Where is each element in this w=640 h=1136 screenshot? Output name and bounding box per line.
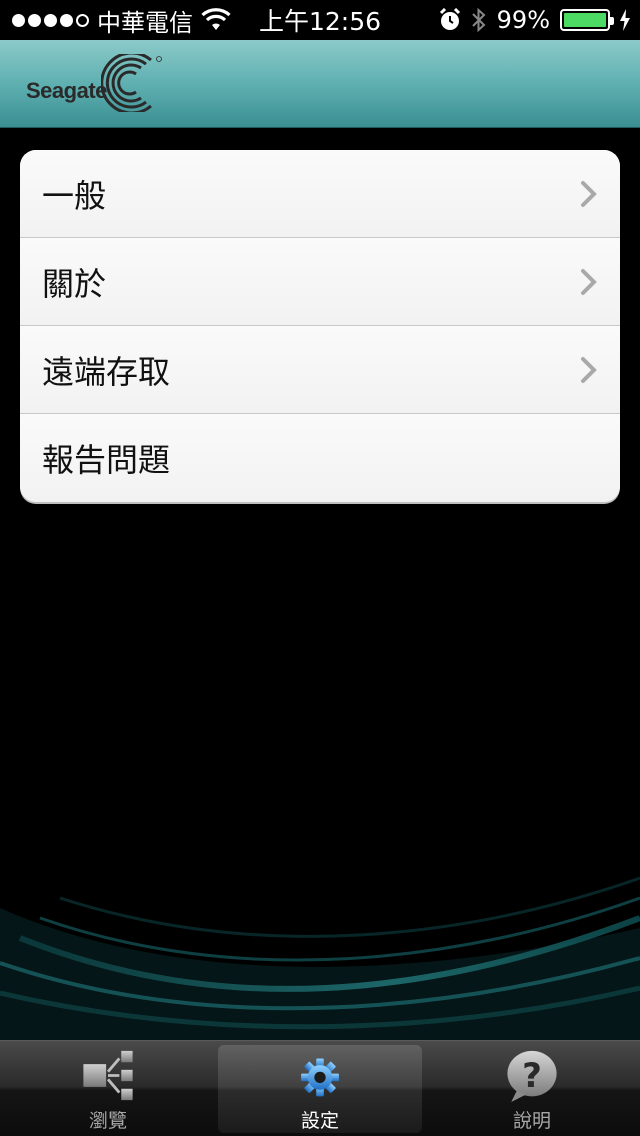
- bluetooth-icon: [471, 7, 486, 33]
- wifi-icon: [201, 8, 231, 30]
- menu-item-label: 一般: [42, 176, 107, 215]
- carrier-name: 中華電信: [97, 8, 193, 37]
- chevron-right-icon: [581, 269, 597, 295]
- tab-help[interactable]: ? 說明: [430, 1045, 634, 1133]
- signal-strength-icon: [12, 13, 89, 27]
- help-icon: ?: [507, 1050, 557, 1102]
- chevron-right-icon: [581, 357, 597, 383]
- gear-icon: [301, 1058, 339, 1097]
- seagate-logo-icon: [100, 54, 162, 112]
- menu-item-label: 報告問題: [42, 441, 171, 479]
- menu-item-label: 遠端存取: [42, 352, 171, 391]
- status-left: 中華電信: [12, 0, 231, 40]
- browse-icon: [83, 1050, 133, 1101]
- svg-text:?: ?: [522, 1056, 542, 1096]
- alarm-icon: [439, 8, 460, 30]
- tab-label: 說明: [512, 1110, 551, 1132]
- menu-item-remote-access[interactable]: 遠端存取: [20, 326, 620, 414]
- logo-text: Seagate: [26, 78, 107, 103]
- menu-item-about[interactable]: 關於: [20, 238, 620, 326]
- menu-item-report-problem[interactable]: 報告問題: [20, 414, 620, 502]
- tab-browse[interactable]: 瀏覽: [6, 1045, 210, 1133]
- app-header: Seagate: [0, 40, 640, 128]
- menu-item-general[interactable]: 一般: [20, 150, 620, 238]
- tab-settings[interactable]: 設定: [218, 1045, 422, 1133]
- battery-percent: 99%: [496, 6, 550, 34]
- settings-menu: 一般 關於 遠端存取 報告問題: [20, 150, 620, 502]
- chevron-right-icon: [581, 181, 597, 207]
- status-right: 99%: [439, 0, 630, 40]
- battery-icon: [560, 9, 614, 31]
- tab-label: 瀏覽: [88, 1110, 127, 1132]
- settings-content: 一般 關於 遠端存取 報告問題: [0, 128, 640, 1040]
- tab-label: 設定: [300, 1110, 339, 1132]
- background-swoosh: [0, 876, 640, 1040]
- charging-icon: [620, 9, 630, 31]
- menu-item-label: 關於: [42, 264, 107, 303]
- battery-level: [564, 13, 606, 27]
- tab-bar: 瀏覽 設定 ? 說明: [0, 1040, 640, 1136]
- seagate-logo: Seagate: [26, 54, 163, 112]
- status-bar: 中華電信 上午12:56 99%: [0, 0, 640, 40]
